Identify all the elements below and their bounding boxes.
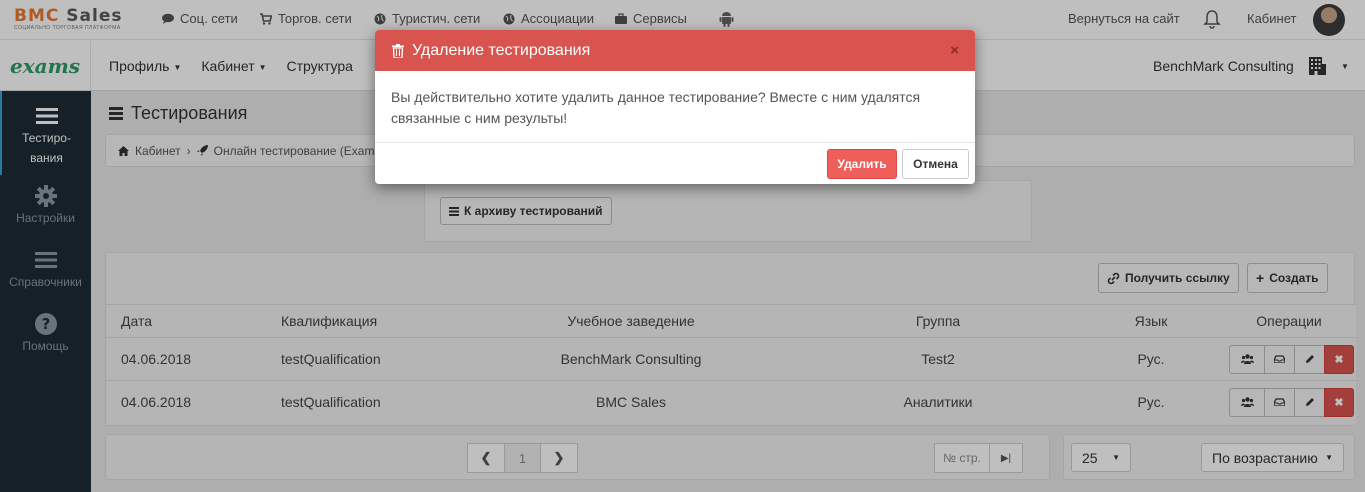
confirm-delete-button[interactable]: Удалить — [827, 149, 897, 179]
modal-footer: Удалить Отмена — [375, 143, 975, 184]
delete-testing-dialog: Удаление тестирования × Вы действительно… — [375, 30, 975, 184]
modal-message: Вы действительно хотите удалить данное т… — [375, 71, 975, 143]
modal-close-button[interactable]: × — [950, 42, 959, 59]
cancel-button[interactable]: Отмена — [902, 149, 969, 179]
trash-icon — [392, 43, 404, 58]
modal-header: Удаление тестирования × — [375, 30, 975, 71]
modal-title: Удаление тестирования — [412, 41, 591, 59]
